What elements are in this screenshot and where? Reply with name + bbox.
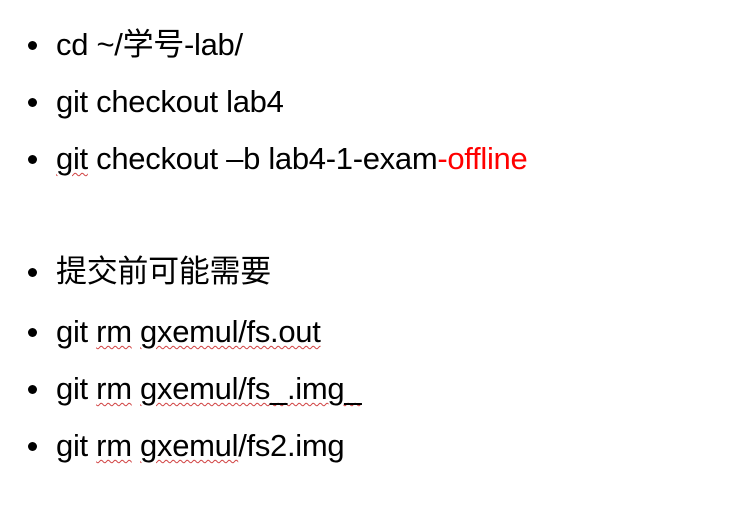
bullet-text: git checkout –b lab4-1-exam-offline xyxy=(56,139,528,179)
bullet-text: git checkout lab4 xyxy=(56,84,284,119)
bullet-dot-icon xyxy=(28,40,37,50)
bullet-dot-icon xyxy=(28,154,37,164)
bullet-line-checkout-lab4: git checkout lab4 xyxy=(28,82,284,122)
bullet-line-cd: cd ~/学号-lab/ xyxy=(28,25,243,65)
file-path: /fs.out xyxy=(238,314,321,349)
bullet-line-rm-fs-img: git rm gxemul/fs_.img_ xyxy=(28,369,362,409)
lab-dir: -lab/ xyxy=(183,27,243,62)
bullet-text: cd ~/学号-lab/ xyxy=(56,25,243,65)
gxemul-word: gxemul xyxy=(140,371,239,406)
bullet-dot-icon xyxy=(28,327,37,337)
git-word: git xyxy=(56,371,88,406)
git-word: git xyxy=(56,314,88,349)
gxemul-word: gxemul xyxy=(140,314,239,349)
bullet-dot-icon xyxy=(28,97,37,107)
bullet-line-rm-fs2-img: git rm gxemul/fs2.img xyxy=(28,426,345,466)
slide-body: cd ~/学号-lab/ git checkout lab4 git check… xyxy=(0,0,756,509)
rm-word: rm xyxy=(96,314,132,349)
bullet-dot-icon xyxy=(28,384,37,394)
bullet-text: git rm gxemul/fs.out xyxy=(56,312,321,352)
bullet-line-rm-fs-out: git rm gxemul/fs.out xyxy=(28,312,321,352)
rm-word: rm xyxy=(96,428,132,463)
cmd-cd: cd ~/ xyxy=(56,27,123,62)
gxemul-word: gxemul xyxy=(140,428,239,463)
bullet-text: git rm gxemul/fs2.img xyxy=(56,426,345,466)
bullet-line-before-submit: 提交前可能需要 xyxy=(28,252,271,292)
bullet-dot-icon xyxy=(28,267,37,277)
rm-word: rm xyxy=(96,371,132,406)
file-path: /fs_.img_ xyxy=(238,371,362,406)
bullet-text: 提交前可能需要 xyxy=(56,254,271,290)
student-id-label: 学号 xyxy=(122,27,185,63)
bullet-dot-icon xyxy=(28,441,37,451)
bullet-line-checkout-new-branch: git checkout –b lab4-1-exam-offline xyxy=(28,139,528,179)
bullet-text: git rm gxemul/fs_.img_ xyxy=(56,369,362,409)
file-path: /fs2.img xyxy=(238,428,345,463)
git-word: git xyxy=(56,141,88,176)
git-word: git xyxy=(56,428,88,463)
offline-suffix: -offline xyxy=(437,141,528,176)
checkout-branch-text: checkout –b lab4-1-exam xyxy=(87,141,438,176)
